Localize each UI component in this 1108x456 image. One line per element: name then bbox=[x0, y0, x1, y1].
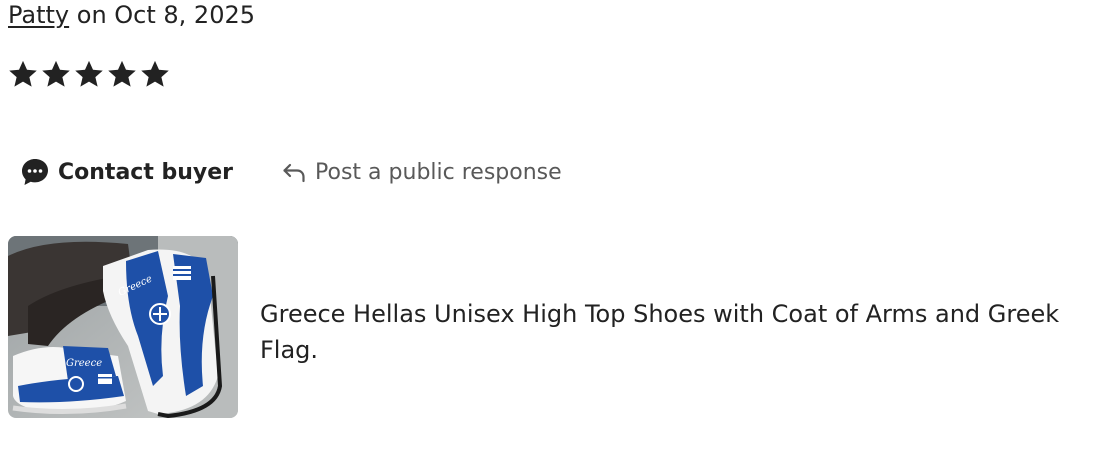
star-icon bbox=[75, 60, 103, 87]
star-icon bbox=[141, 60, 169, 87]
purchased-listing: Greece Greece bbox=[8, 236, 238, 418]
contact-buyer-button[interactable]: Contact buyer bbox=[20, 157, 233, 187]
star-icon bbox=[108, 60, 136, 87]
post-public-response-label: Post a public response bbox=[315, 159, 562, 185]
post-public-response-button[interactable]: Post a public response bbox=[281, 160, 562, 185]
thumbnail-script-text: Greece bbox=[66, 358, 102, 369]
star-rating bbox=[8, 58, 170, 90]
reply-arrow-icon bbox=[281, 160, 307, 184]
star-icon bbox=[42, 60, 70, 87]
listing-thumbnail[interactable]: Greece Greece bbox=[8, 236, 238, 418]
review-byline: Patty on Oct 8, 2025 bbox=[8, 0, 255, 30]
reviewer-name-link[interactable]: Patty bbox=[8, 1, 69, 29]
star-icon bbox=[9, 60, 37, 87]
review-date: on Oct 8, 2025 bbox=[69, 1, 256, 29]
review-actions: Contact buyer Post a public response bbox=[20, 152, 562, 192]
listing-title-link[interactable]: Greece Hellas Unisex High Top Shoes with… bbox=[260, 296, 1090, 368]
chat-bubble-icon bbox=[20, 157, 50, 187]
contact-buyer-label: Contact buyer bbox=[58, 159, 234, 185]
